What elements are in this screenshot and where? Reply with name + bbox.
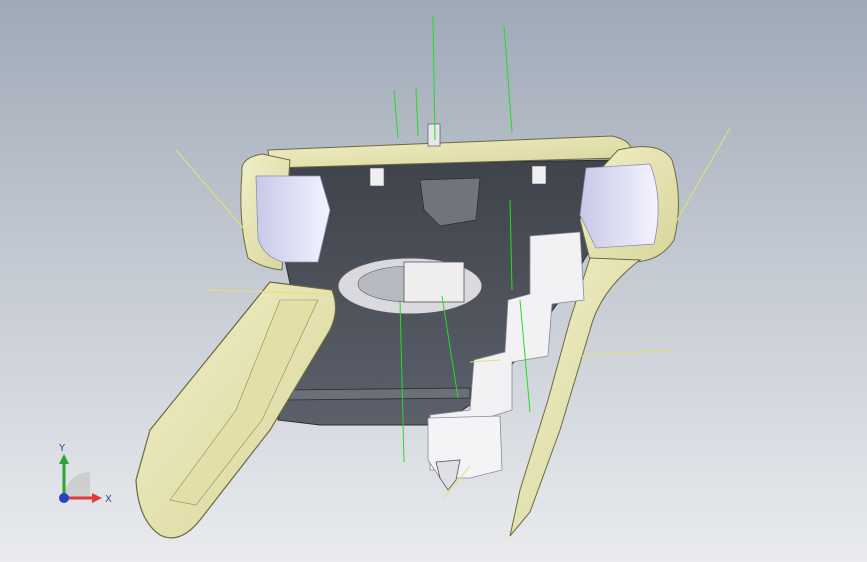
top-clip-center[interactable] xyxy=(427,123,441,147)
coordinate-triad[interactable]: Y X xyxy=(50,440,120,510)
triad-z-axis-dot xyxy=(59,493,69,503)
triad-bg-arc xyxy=(64,472,90,498)
cad-model-view[interactable] xyxy=(0,0,867,562)
top-clip-left[interactable] xyxy=(369,167,385,187)
triad-y-arrow xyxy=(59,454,69,464)
graphics-viewport[interactable]: Y X xyxy=(0,0,867,562)
triad-x-arrow xyxy=(92,493,102,503)
top-clip-right[interactable] xyxy=(531,165,547,185)
triad-y-label: Y xyxy=(58,443,66,454)
center-small-box[interactable] xyxy=(403,261,465,303)
triad-x-label: X xyxy=(105,494,112,505)
housing-bottom-lip xyxy=(284,387,471,401)
right-ear-inner-face xyxy=(579,163,659,249)
clip-pin[interactable] xyxy=(435,459,461,491)
left-ear-inner-face xyxy=(255,175,331,263)
